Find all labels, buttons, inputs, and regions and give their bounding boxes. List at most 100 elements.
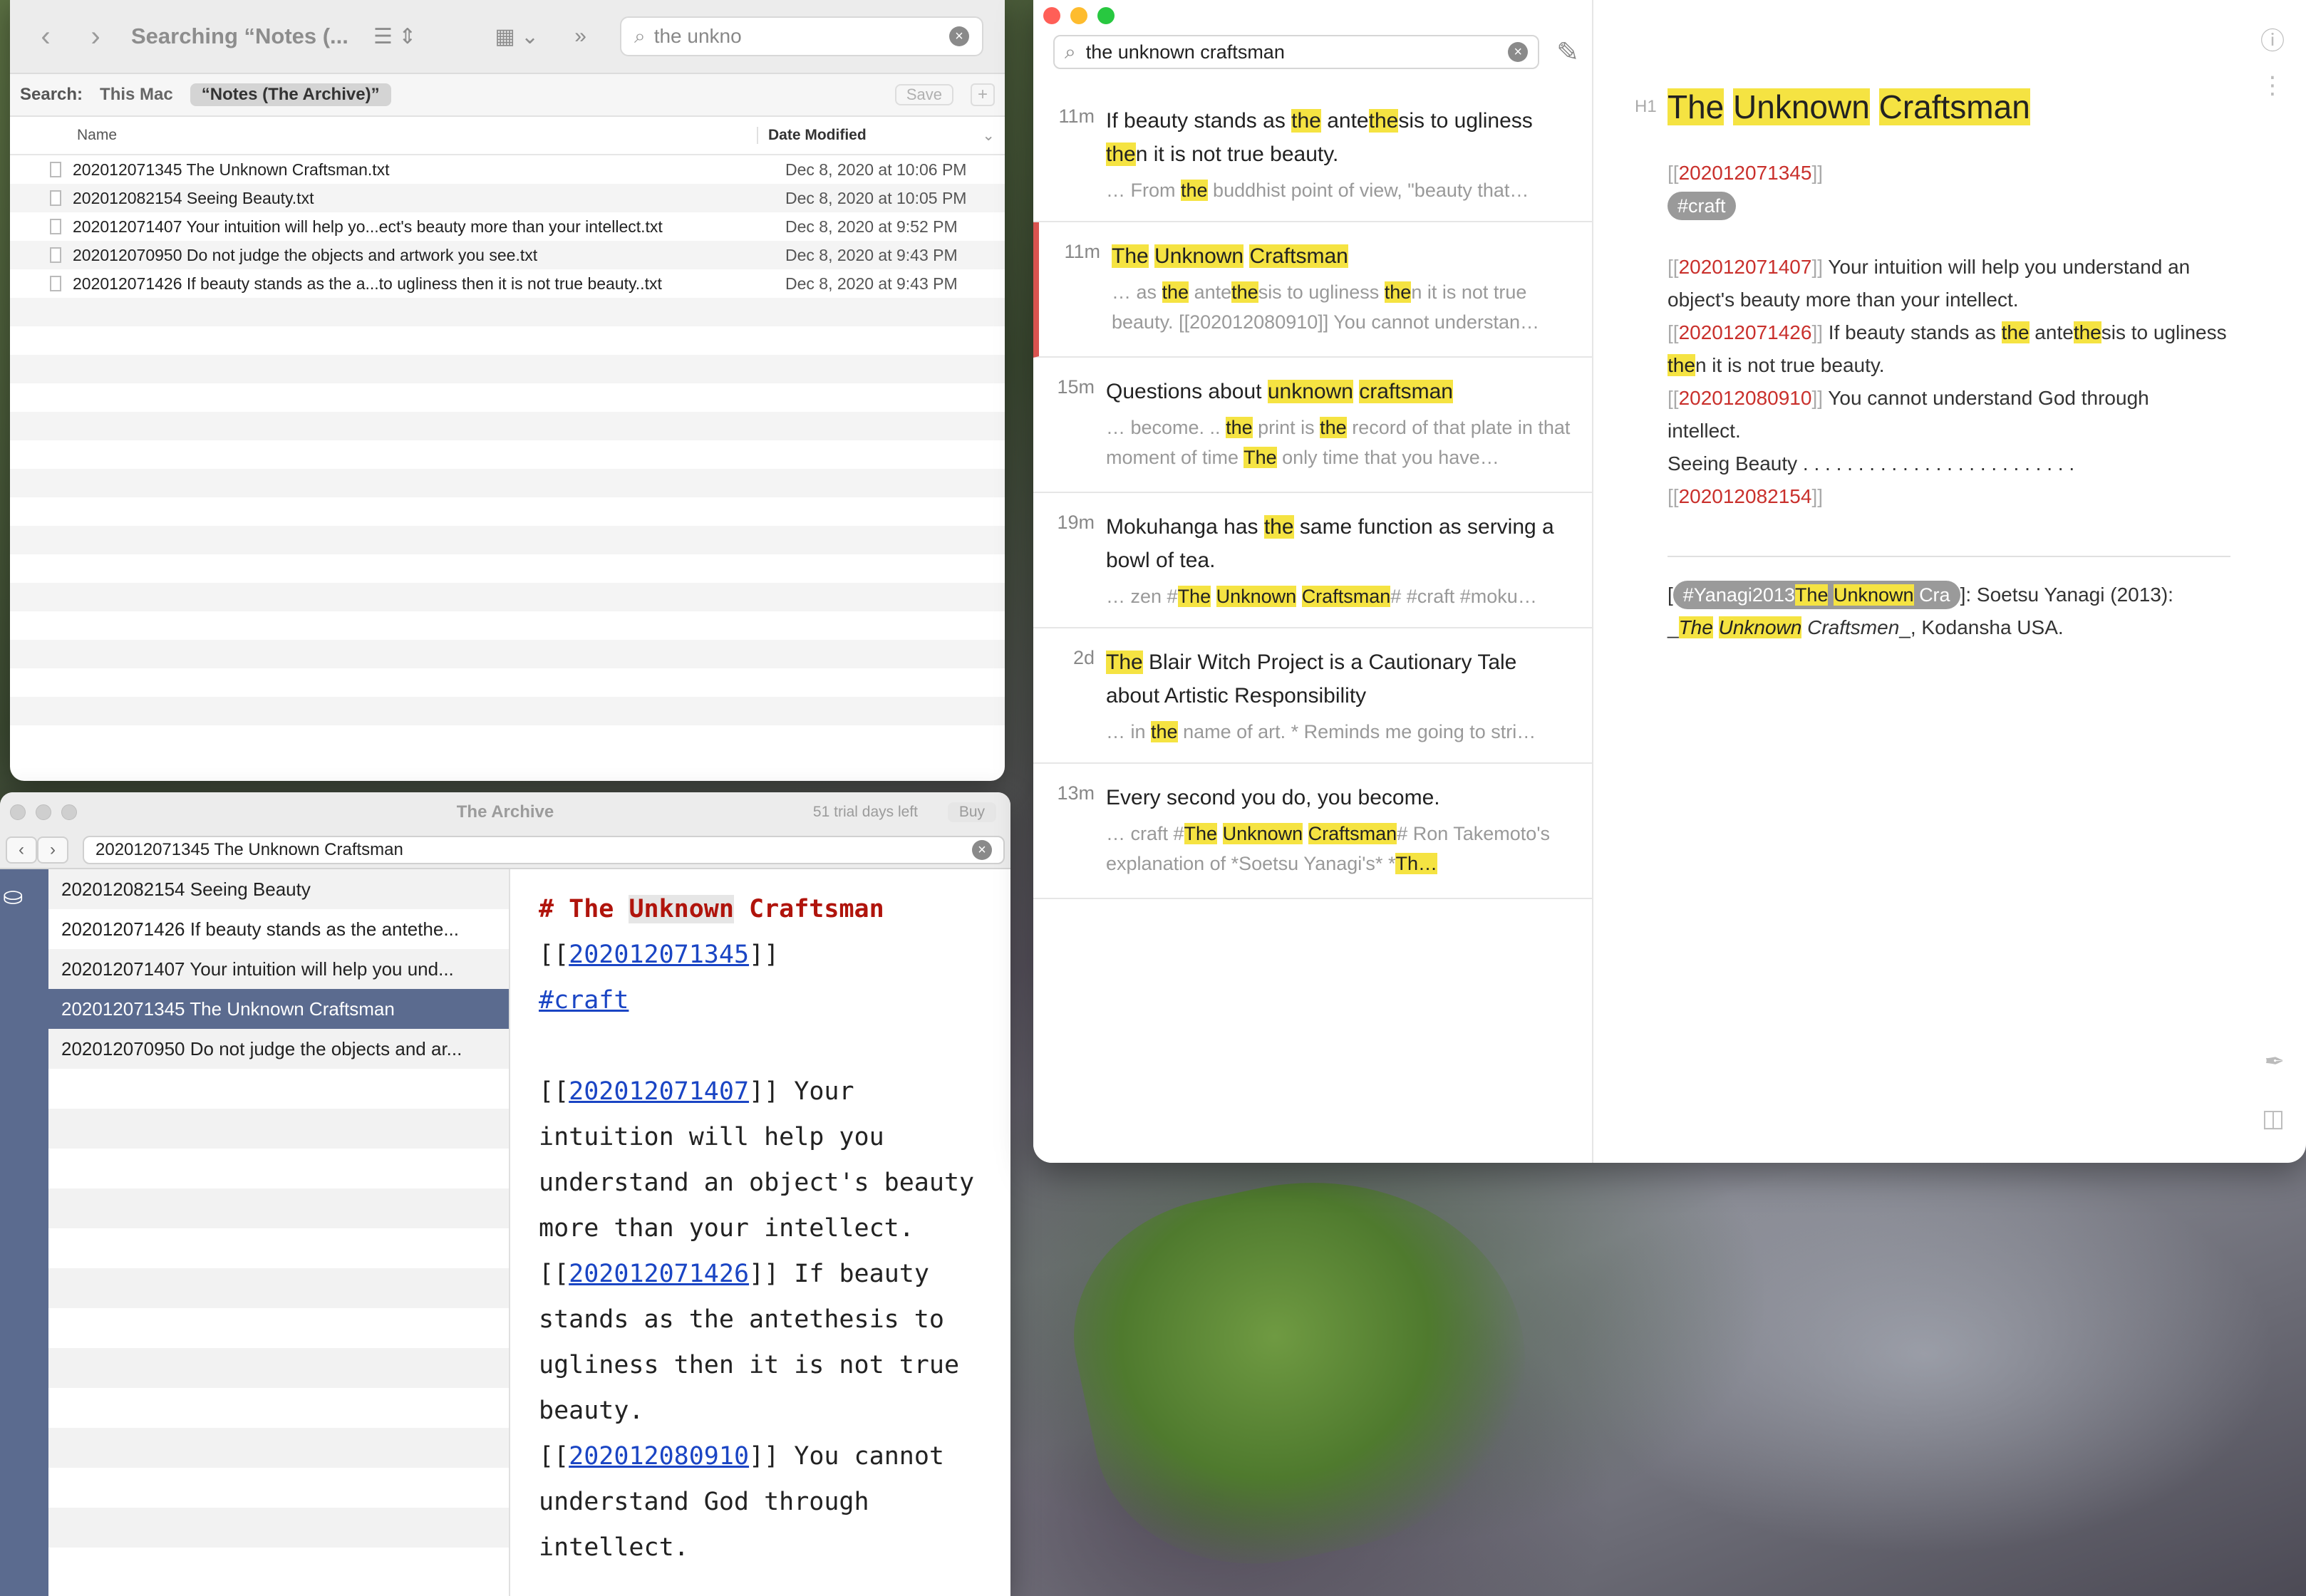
highlight: the — [2073, 321, 2101, 343]
search-result-item[interactable]: 15m Questions about unknown craftsman … be… — [1033, 358, 1592, 493]
wiki-link[interactable]: 202012082154 — [1679, 485, 1812, 507]
column-header: Name Date Modified ⌄ — [10, 117, 1005, 155]
clear-search-icon[interactable]: × — [1508, 42, 1529, 62]
more-options-icon[interactable]: ⋮ — [2260, 71, 2285, 100]
preview-tag-line: #craft — [1668, 190, 2228, 222]
note-preview[interactable]: H1 The Unknown Craftsman [[202012071345]… — [1593, 0, 2306, 1163]
preview-text: If beauty stands as — [1823, 321, 2002, 343]
file-row[interactable]: 202012070950 Do not judge the objects an… — [10, 241, 1005, 269]
empty-row — [10, 697, 1005, 725]
inbox-icon[interactable]: ⛀ — [3, 882, 31, 913]
file-date: Dec 8, 2020 at 10:06 PM — [785, 160, 967, 179]
highlight: the — [2001, 321, 2030, 343]
file-row[interactable]: 202012082154 Seeing Beauty.txt Dec 8, 202… — [10, 184, 1005, 212]
wiki-link[interactable]: 202012071426 — [1679, 321, 1812, 343]
heading-prefix: # The — [539, 895, 629, 923]
reference-title: Craftsmen — [1801, 616, 1900, 638]
notes-search-field[interactable]: ⌕ × — [1053, 35, 1540, 69]
clear-search-icon[interactable]: × — [949, 26, 969, 46]
empty-row — [10, 611, 1005, 640]
finder-search-field[interactable]: ⌕ × — [620, 16, 983, 56]
search-result-item[interactable]: 11m The Unknown Craftsman … as the antethe… — [1033, 222, 1592, 358]
note-list-item[interactable]: 202012082154 Seeing Beauty — [48, 869, 509, 909]
file-date: Dec 8, 2020 at 9:43 PM — [785, 245, 958, 264]
search-result-item[interactable]: 13m Every second you do, you become. … cra… — [1033, 764, 1592, 899]
file-row[interactable]: 202012071345 The Unknown Craftsman.txt De… — [10, 155, 1005, 184]
title-word: Craftsman — [1878, 88, 2030, 125]
result-time: 2d — [1072, 647, 1095, 668]
empty-row — [10, 640, 1005, 668]
wiki-link[interactable]: 202012080910 — [1679, 387, 1812, 409]
result-time: 11m — [1064, 241, 1100, 262]
wiki-link[interactable]: 202012071426 — [569, 1260, 749, 1288]
title-word: Unknown — [1733, 88, 1870, 125]
pen-icon[interactable]: ✒ — [2265, 1047, 2285, 1076]
result-snippet: … become. .. the print is the record of … — [1106, 417, 1571, 468]
sort-chevron-icon[interactable]: ⌄ — [982, 127, 1005, 145]
file-row[interactable]: 202012071407 Your intuition will help yo… — [10, 212, 1005, 241]
group-icon[interactable]: ▦ ⌄ — [495, 24, 539, 49]
archive-omnibar[interactable]: × — [83, 836, 1005, 864]
file-row[interactable]: 202012071426 If beauty stands as the a..… — [10, 269, 1005, 298]
highlight: The — [1678, 616, 1713, 638]
compose-icon[interactable]: ✎ — [1556, 36, 1579, 68]
scope-this-mac[interactable]: This Mac — [100, 85, 173, 105]
forward-button[interactable]: › — [37, 836, 68, 864]
back-button[interactable]: ‹ — [6, 836, 37, 864]
back-icon[interactable]: ‹ — [31, 21, 60, 53]
empty-row — [10, 355, 1005, 383]
omnibar-input[interactable] — [95, 840, 972, 860]
search-icon: ⌕ — [634, 24, 646, 47]
list-view-icon[interactable]: ☰ ⇕ — [373, 24, 416, 49]
note-editor[interactable]: # The Unknown Craftsman [[202012071345]]… — [510, 869, 1010, 1596]
wiki-link[interactable]: 202012071345 — [569, 940, 749, 969]
search-result-item[interactable]: 19m Mokuhanga has the same function as se… — [1033, 493, 1592, 628]
note-list-item-selected[interactable]: 202012071345 The Unknown Craftsman — [48, 989, 509, 1029]
document-icon — [50, 219, 61, 234]
title-word: The — [1668, 88, 1725, 125]
tag-pill[interactable]: #craft — [1668, 192, 1736, 220]
file-date: Dec 8, 2020 at 10:05 PM — [785, 188, 967, 207]
wiki-link[interactable]: 202012071345 — [1679, 162, 1812, 184]
window-title: Searching “Notes (... — [131, 24, 348, 48]
editor-id-line: [[202012071345]] — [539, 940, 780, 969]
wallpaper-leaf — [1049, 1141, 1559, 1595]
more-chevron-icon[interactable]: » — [574, 24, 586, 48]
reference-publisher: _, Kodansha USA. — [1899, 616, 2064, 638]
col-date-modified[interactable]: Date Modified — [758, 127, 982, 144]
scope-selected-folder[interactable]: “Notes (The Archive)” — [190, 83, 391, 106]
sidebar-toggle-icon[interactable]: ◫ — [2262, 1104, 2285, 1133]
forward-icon[interactable]: › — [81, 21, 110, 53]
tag-link[interactable]: #craft — [539, 986, 629, 1015]
document-icon — [50, 190, 61, 206]
wiki-link[interactable]: 202012071407 — [569, 1077, 749, 1106]
empty-row — [10, 526, 1005, 554]
wiki-link[interactable]: 202012071407 — [1679, 256, 1812, 278]
note-list-item[interactable]: 202012071407 Your intuition will help yo… — [48, 949, 509, 989]
clear-omnibar-icon[interactable]: × — [972, 840, 992, 860]
info-icon[interactable]: ⓘ — [2260, 21, 2285, 56]
editor-paragraph: [[202012071426]] If beauty stands as the… — [539, 1260, 960, 1425]
add-criteria-button[interactable]: + — [971, 83, 995, 106]
search-result-item[interactable]: 2d The Blair Witch Project is a Cautionar… — [1033, 628, 1592, 764]
notes-search-input[interactable] — [1085, 41, 1499, 63]
empty-row — [10, 554, 1005, 583]
empty-row — [48, 1468, 509, 1508]
empty-row — [10, 440, 1005, 469]
finder-search-input[interactable] — [653, 25, 941, 48]
note-list-item[interactable]: 202012071426 If beauty stands as the ant… — [48, 909, 509, 949]
minimize-button[interactable] — [1070, 7, 1087, 24]
col-name[interactable]: Name — [10, 127, 758, 144]
zoom-button[interactable] — [1097, 7, 1115, 24]
empty-row — [48, 1508, 509, 1548]
search-result-item[interactable]: 11m If beauty stands as the antethesis to… — [1033, 87, 1592, 222]
highlight: Unknown — [1718, 616, 1802, 638]
buy-button[interactable]: Buy — [947, 802, 996, 822]
save-search-button[interactable]: Save — [894, 84, 953, 105]
wiki-link[interactable]: 202012080910 — [569, 1442, 749, 1471]
reference-tag[interactable]: #Yanagi2013The Unknown Cra — [1672, 581, 1960, 609]
notes-search-row: ⌕ × ✎ — [1053, 34, 1579, 70]
window-controls — [1043, 7, 1115, 24]
close-button[interactable] — [1043, 7, 1060, 24]
note-list-item[interactable]: 202012070950 Do not judge the objects an… — [48, 1029, 509, 1069]
